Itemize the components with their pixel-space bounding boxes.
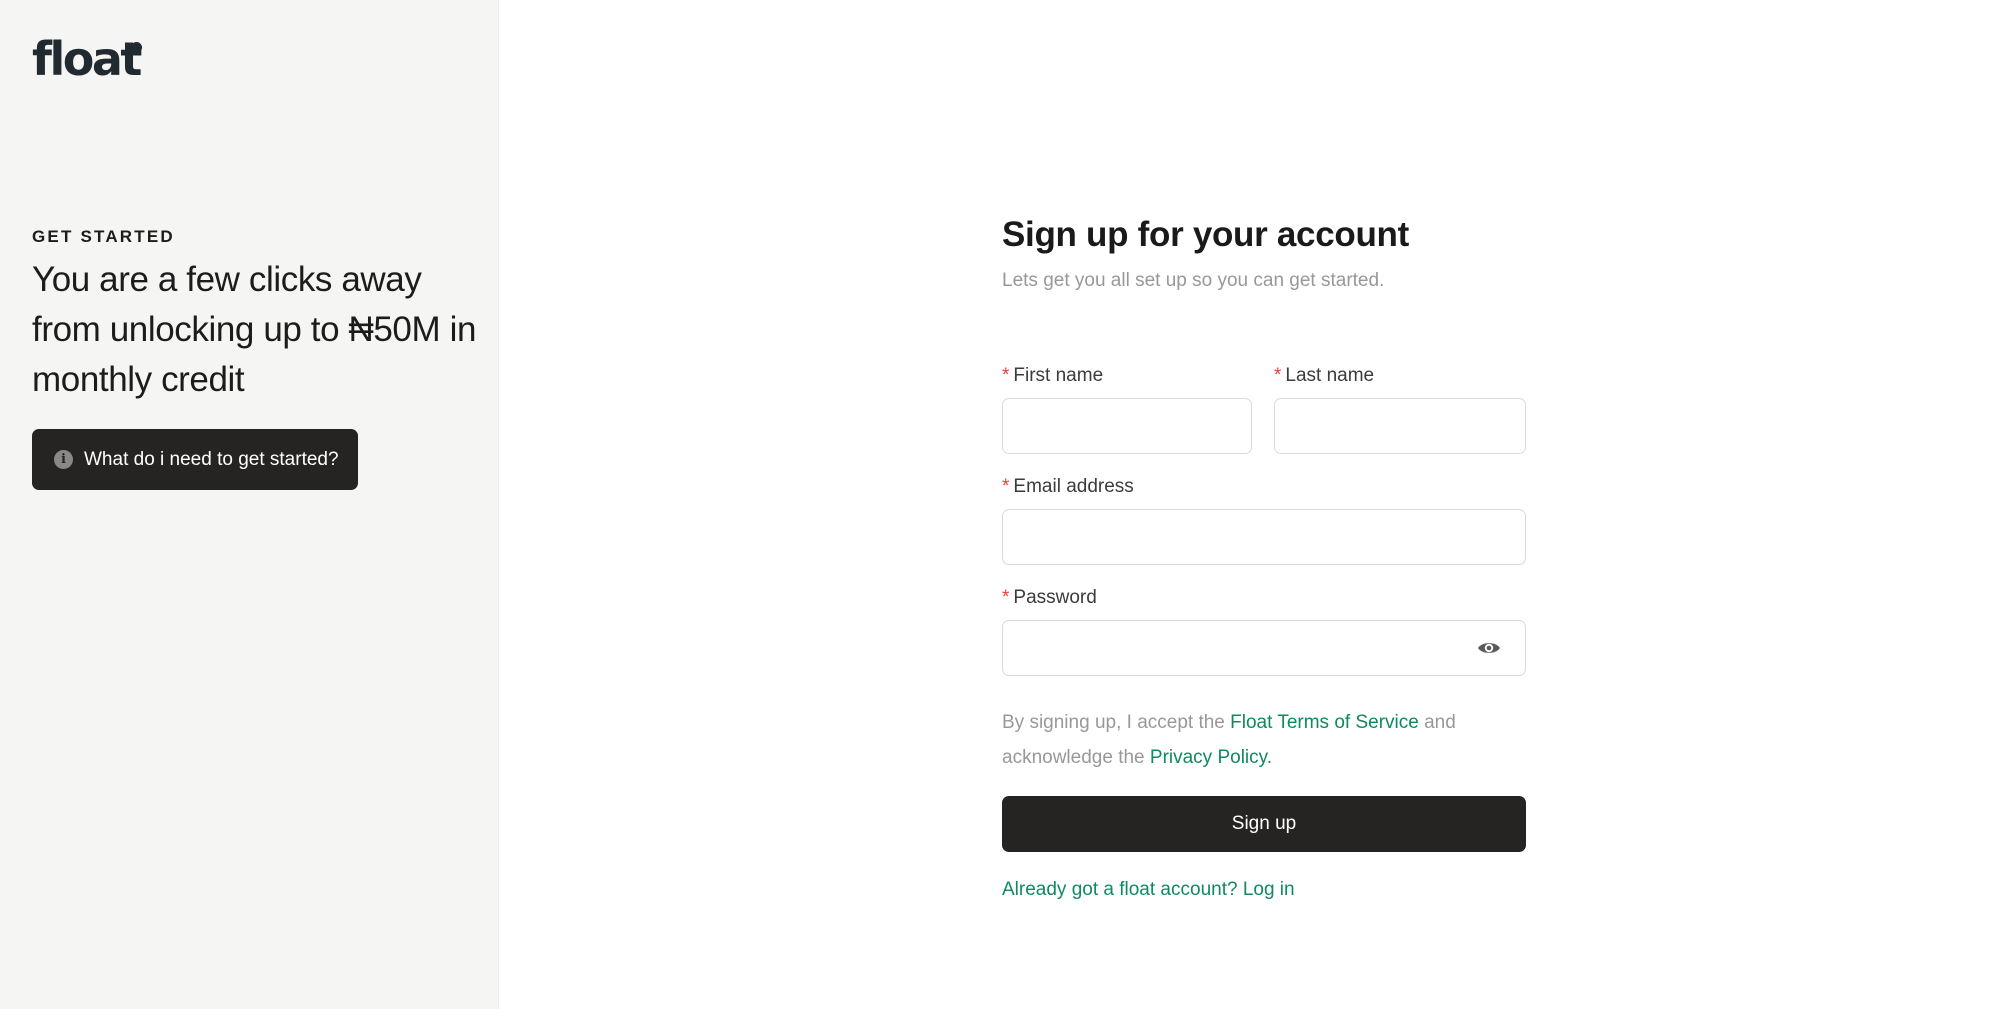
terms-text: By signing up, I accept the Float Terms … xyxy=(1002,705,1526,775)
last-name-label-text: Last name xyxy=(1285,365,1375,386)
last-name-field[interactable] xyxy=(1274,398,1526,454)
terms-of-service-link[interactable]: Float Terms of Service xyxy=(1230,712,1419,733)
privacy-policy-link[interactable]: Privacy Policy. xyxy=(1150,747,1272,768)
email-field[interactable] xyxy=(1002,509,1526,565)
sign-up-button[interactable]: Sign up xyxy=(1002,796,1526,852)
password-label: * Password xyxy=(1002,587,1097,609)
required-mark: * xyxy=(1002,365,1010,386)
required-mark: * xyxy=(1002,587,1010,608)
first-name-label: * First name xyxy=(1002,365,1103,387)
page-title: Sign up for your account xyxy=(1002,215,1409,254)
sidebar: float GET STARTED You are a few clicks a… xyxy=(0,0,499,1009)
email-label: * Email address xyxy=(1002,476,1134,498)
page-subtitle: Lets get you all set up so you can get s… xyxy=(1002,270,1385,291)
password-field[interactable] xyxy=(1002,620,1526,676)
last-name-label: * Last name xyxy=(1274,365,1374,387)
password-label-text: Password xyxy=(1013,587,1097,608)
logo-dot xyxy=(131,42,142,53)
required-mark: * xyxy=(1002,476,1010,497)
float-logo[interactable]: float xyxy=(32,36,142,82)
login-link[interactable]: Already got a float account? Log in xyxy=(1002,879,1295,901)
terms-prefix: By signing up, I accept the xyxy=(1002,712,1225,733)
sidebar-headline: You are a few clicks away from unlocking… xyxy=(32,260,477,399)
email-label-text: Email address xyxy=(1013,476,1134,497)
first-name-field[interactable] xyxy=(1002,398,1252,454)
info-icon: i xyxy=(54,450,73,469)
get-started-eyebrow: GET STARTED xyxy=(32,227,175,246)
eye-icon[interactable] xyxy=(1477,637,1501,659)
help-button-label: What do i need to get started? xyxy=(84,448,339,470)
required-mark: * xyxy=(1274,365,1282,386)
first-name-label-text: First name xyxy=(1013,365,1104,386)
get-started-help-button[interactable]: i What do i need to get started? xyxy=(32,429,358,490)
